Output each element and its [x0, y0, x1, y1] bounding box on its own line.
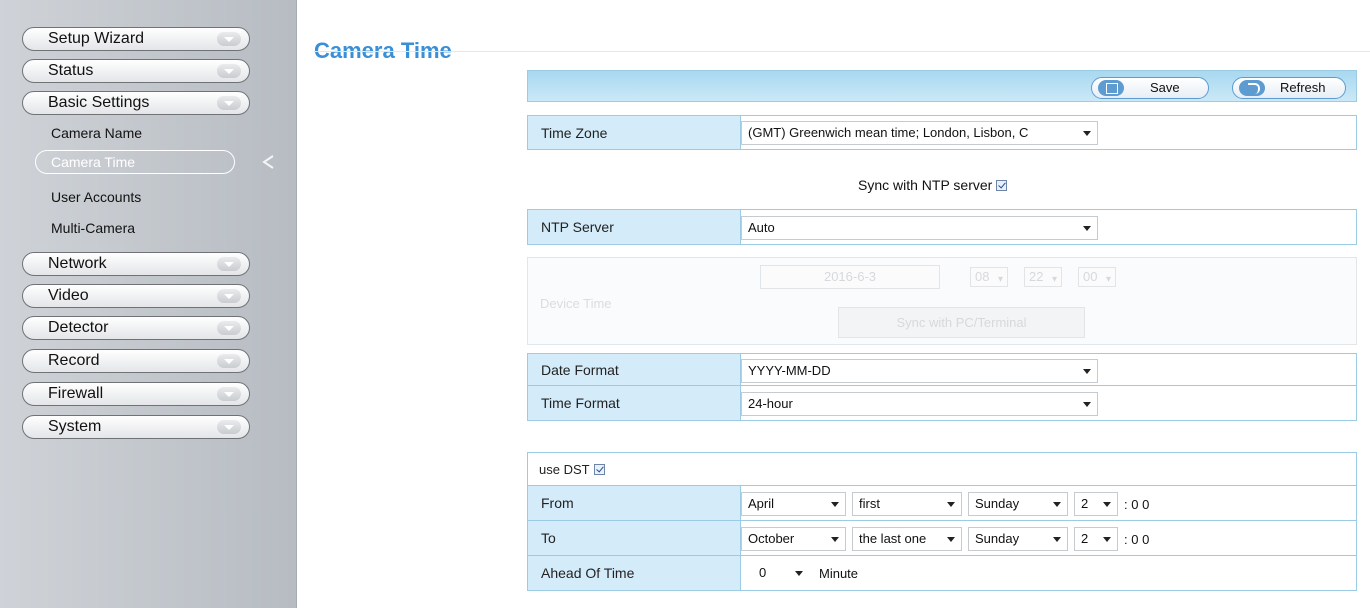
date-format-select[interactable]: YYYY-MM-DD	[741, 359, 1098, 383]
date-format-row: Date Format YYYY-MM-DD	[527, 353, 1357, 386]
date-format-label: Date Format	[528, 354, 741, 385]
menu-label: Setup Wizard	[48, 30, 145, 47]
menu-label: Network	[48, 255, 107, 272]
menu-label: System	[48, 418, 102, 435]
menu-label: Record	[48, 352, 100, 369]
to-week-select[interactable]: the last one	[852, 527, 962, 551]
from-day-select[interactable]: Sunday	[968, 492, 1068, 516]
to-hour-select[interactable]: 2	[1074, 527, 1118, 551]
device-hour-select[interactable]: 08	[970, 267, 1008, 289]
from-month-select[interactable]: April	[741, 492, 846, 516]
ahead-minutes-select[interactable]: 0	[753, 562, 809, 586]
time-format-select[interactable]: 24-hour	[741, 392, 1098, 416]
from-hour-select[interactable]: 2	[1074, 492, 1118, 516]
divider	[314, 51, 1370, 52]
submenu-user-accounts[interactable]: User Accounts	[51, 189, 141, 205]
chevron-down-icon	[217, 257, 241, 271]
menu-basic-settings[interactable]: Basic Settings	[22, 91, 250, 115]
menu-label: Video	[48, 287, 89, 304]
time-zone-select[interactable]: (GMT) Greenwich mean time; London, Lisbo…	[741, 121, 1098, 145]
sidebar: Setup Wizard Status Basic Settings Camer…	[0, 0, 297, 608]
ntp-sync-checkbox-row: Sync with NTP server	[858, 177, 1008, 193]
dst-label: use DST	[539, 461, 590, 477]
menu-status[interactable]: Status	[22, 59, 250, 83]
dst-checkbox[interactable]	[593, 463, 605, 475]
device-date-input[interactable]: 2016-6-3	[760, 265, 940, 289]
time-zone-label: Time Zone	[528, 116, 741, 149]
menu-label: Basic Settings	[48, 94, 150, 111]
from-minute-suffix: : 0 0	[1124, 497, 1150, 512]
menu-label: Detector	[48, 319, 109, 336]
menu-setup-wizard[interactable]: Setup Wizard	[22, 27, 250, 51]
to-month-select[interactable]: October	[741, 527, 846, 551]
active-indicator-icon	[262, 155, 274, 169]
time-zone-row: Time Zone (GMT) Greenwich mean time; Lon…	[527, 115, 1357, 150]
save-icon	[1098, 80, 1124, 96]
menu-firewall[interactable]: Firewall	[22, 382, 250, 406]
ntp-server-label: NTP Server	[528, 210, 741, 244]
device-minute-select[interactable]: 22	[1024, 267, 1062, 289]
refresh-button[interactable]: Refresh	[1232, 77, 1346, 99]
menu-record[interactable]: Record	[22, 349, 250, 373]
submenu-multi-camera[interactable]: Multi-Camera	[51, 220, 135, 236]
chevron-down-icon	[217, 32, 241, 46]
ntp-server-row: NTP Server Auto	[527, 209, 1357, 245]
time-format-row: Time Format 24-hour	[527, 385, 1357, 421]
device-time-row: Device Time 2016-6-3 08 22 00 Sync with …	[527, 257, 1357, 345]
dst-row: use DST	[527, 452, 1357, 486]
dst-from-label: From	[528, 486, 741, 520]
sync-pc-button[interactable]: Sync with PC/Terminal	[838, 307, 1085, 338]
menu-system[interactable]: System	[22, 415, 250, 439]
menu-detector[interactable]: Detector	[22, 316, 250, 340]
time-format-label: Time Format	[528, 386, 741, 420]
submenu-camera-time[interactable]: Camera Time	[35, 150, 235, 174]
chevron-down-icon	[217, 420, 241, 434]
chevron-down-icon	[217, 354, 241, 368]
ahead-of-time-label: Ahead Of Time	[528, 556, 741, 590]
chevron-down-icon	[217, 289, 241, 303]
chevron-down-icon	[217, 321, 241, 335]
from-week-select[interactable]: first	[852, 492, 962, 516]
ahead-unit-label: Minute	[819, 566, 859, 581]
menu-network[interactable]: Network	[22, 252, 250, 276]
chevron-down-icon	[217, 64, 241, 78]
ntp-server-select[interactable]: Auto	[741, 216, 1098, 240]
to-minute-suffix: : 0 0	[1124, 532, 1150, 547]
device-time-label: Device Time	[540, 296, 612, 311]
dst-to-row: To October the last one Sunday 2 : 0 0	[527, 520, 1357, 556]
dst-to-label: To	[528, 521, 741, 555]
to-day-select[interactable]: Sunday	[968, 527, 1068, 551]
save-label: Save	[1150, 80, 1180, 95]
device-second-select[interactable]: 00	[1078, 267, 1116, 289]
toolbar: Save Refresh	[527, 70, 1357, 102]
chevron-down-icon	[217, 387, 241, 401]
refresh-label: Refresh	[1280, 80, 1326, 95]
menu-label: Status	[48, 62, 94, 79]
chevron-down-icon	[217, 96, 241, 110]
save-button[interactable]: Save	[1091, 77, 1209, 99]
ntp-sync-label: Sync with NTP server	[858, 177, 993, 193]
refresh-icon	[1239, 80, 1265, 96]
ntp-sync-checkbox[interactable]	[996, 180, 1008, 191]
ahead-of-time-row: Ahead Of Time 0 Minute	[527, 555, 1357, 591]
menu-label: Firewall	[48, 385, 104, 402]
submenu-camera-name[interactable]: Camera Name	[51, 125, 142, 141]
menu-video[interactable]: Video	[22, 284, 250, 308]
dst-from-row: From April first Sunday 2 : 0 0	[527, 485, 1357, 521]
